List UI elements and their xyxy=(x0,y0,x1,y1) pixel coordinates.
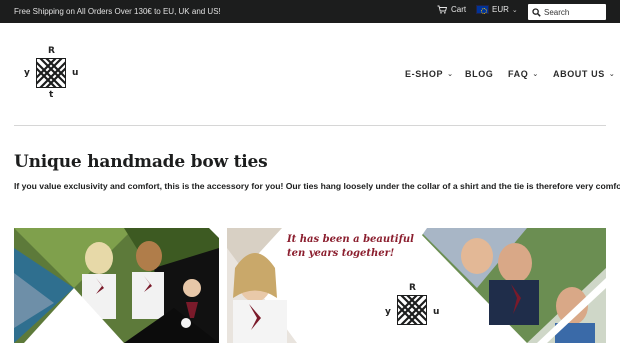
currency-selector[interactable]: EUR ⌄ xyxy=(476,5,518,14)
nav-item-e-shop[interactable]: E-SHOP ⌄ xyxy=(405,69,454,79)
brand-logo[interactable]: R y u t xyxy=(24,46,80,102)
logo-letter-r: R xyxy=(48,46,55,56)
intro-text: If you value exclusivity and comfort, th… xyxy=(14,181,620,191)
nav-item-label: E-SHOP xyxy=(405,69,444,79)
chevron-down-icon: ⌄ xyxy=(608,71,616,78)
nav-item-label: FAQ xyxy=(508,69,529,79)
logo-mark-icon xyxy=(36,58,66,88)
banner-logo: R y u xyxy=(385,283,441,339)
currency-code: EUR xyxy=(492,5,509,14)
announcement-bar: Free Shipping on All Orders Over 130€ to… xyxy=(0,0,620,23)
search-box[interactable] xyxy=(528,4,606,20)
cart-icon xyxy=(437,5,447,14)
chevron-down-icon: ⌄ xyxy=(447,71,454,78)
nav-item-about-us[interactable]: ABOUT US ⌄ xyxy=(553,69,615,79)
search-icon[interactable] xyxy=(532,7,541,17)
nav-item-blog[interactable]: BLOG xyxy=(465,69,493,79)
nav-item-faq[interactable]: FAQ ⌄ xyxy=(508,69,539,79)
banner-image-kids[interactable] xyxy=(14,228,219,343)
logo-letter-u: u xyxy=(72,68,79,78)
nav-item-label: BLOG xyxy=(465,69,494,79)
free-shipping-text: Free Shipping on All Orders Over 130€ to… xyxy=(14,7,221,16)
anniversary-quote: It has been a beautiful ten years togeth… xyxy=(287,233,414,261)
logo-letter-r: R xyxy=(409,283,416,293)
cart-link[interactable]: Cart xyxy=(437,5,466,14)
cart-label: Cart xyxy=(451,5,467,14)
banner-image-anniversary[interactable]: It has been a beautiful ten years togeth… xyxy=(227,228,606,343)
logo-letter-y: y xyxy=(24,68,30,78)
header-divider xyxy=(14,125,606,126)
logo-letter-y: y xyxy=(385,307,391,317)
logo-letter-u: u xyxy=(433,307,440,317)
kids-collage-image xyxy=(14,228,219,343)
logo-mark-icon xyxy=(397,295,427,325)
page-title: Unique handmade bow ties xyxy=(14,152,268,172)
eu-flag-icon xyxy=(476,5,489,14)
quote-line-2: ten years together! xyxy=(287,248,395,259)
chevron-down-icon: ⌄ xyxy=(532,71,539,78)
logo-letter-t: t xyxy=(49,90,54,100)
search-input[interactable] xyxy=(544,5,604,19)
nav-item-label: ABOUT US xyxy=(553,69,605,79)
quote-line-1: It has been a beautiful xyxy=(287,234,414,245)
chevron-down-icon: ⌄ xyxy=(511,6,518,14)
